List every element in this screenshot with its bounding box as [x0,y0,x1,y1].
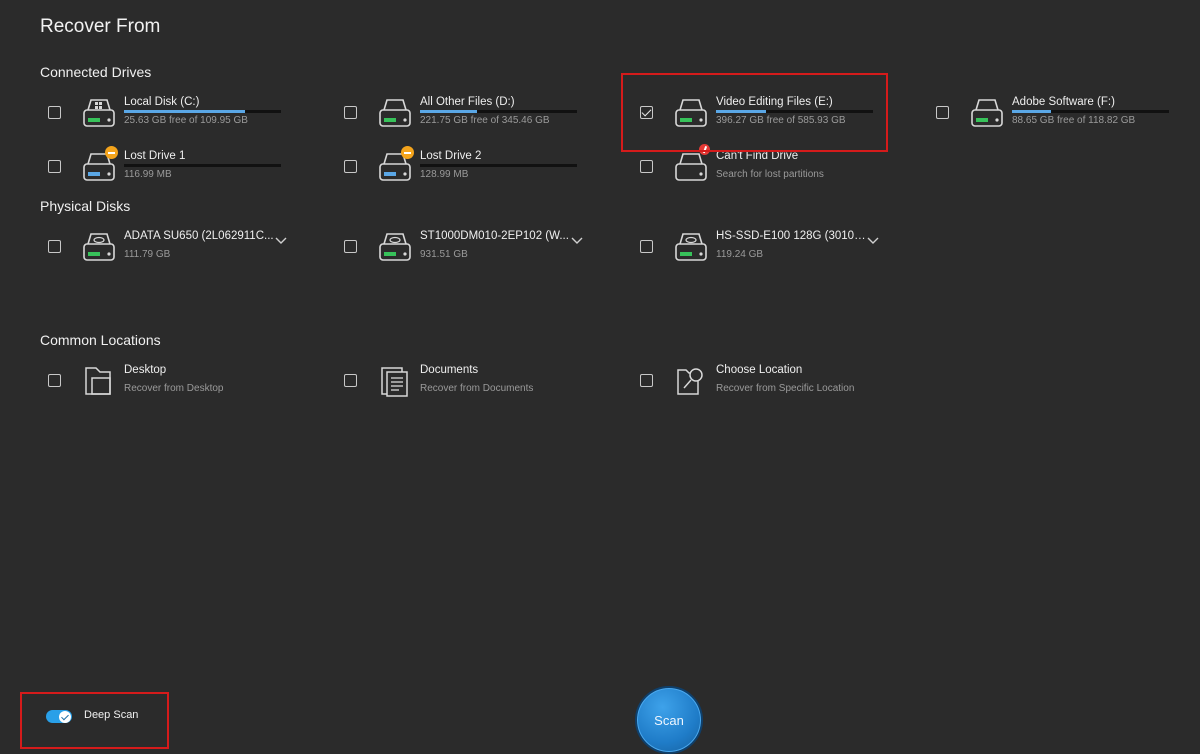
choose-location-checkbox[interactable] [640,374,653,387]
deep-scan-toggle[interactable] [46,710,72,723]
section-title-connected-drives: Connected Drives [40,64,152,80]
physical-disk-item-hs-ssd[interactable]: HS-SSD-E100 128G (30104... 119.24 GB [636,230,896,274]
lost-drive-2-name: Lost Drive 2 [420,150,482,162]
physical-disk-st1000-checkbox[interactable] [344,240,357,253]
desktop-name: Desktop [124,364,167,376]
lost-drive-2-item[interactable]: Lost Drive 2 128.99 MB [340,146,600,194]
selected-drive-highlight [621,73,888,152]
desktop-sub: Recover from Desktop [124,383,224,394]
physical-disk-icon [674,230,708,264]
lost-drive-1-item[interactable]: Lost Drive 1 116.99 MB [44,146,304,194]
drive-d-usage-bar [420,110,577,113]
location-item-choose[interactable]: Choose Location Recover from Specific Lo… [636,364,896,408]
location-item-documents[interactable]: Documents Recover from Documents [340,364,600,408]
drive-f-usage-bar [1012,110,1169,113]
drive-c-name: Local Disk (C:) [124,96,200,108]
lost-drive-1-checkbox[interactable] [48,160,61,173]
toggle-knob [59,710,71,723]
drive-f-usage-fill [1012,110,1052,113]
lost-drive-1-size: 116.99 MB [124,169,172,180]
scan-button[interactable]: Scan [635,686,703,754]
physical-disk-hs-ssd-checkbox[interactable] [640,240,653,253]
chevron-down-icon[interactable] [570,233,584,247]
section-title-physical-disks: Physical Disks [40,198,131,214]
drive-f-free: 88.65 GB free of 118.82 GB [1012,115,1136,126]
documents-name: Documents [420,364,479,376]
lost-drive-2-bar [420,164,577,167]
drive-f-name: Adobe Software (F:) [1012,96,1115,108]
drive-d-checkbox[interactable] [344,106,357,119]
section-title-common-locations: Common Locations [40,332,161,348]
lost-drive-2-size: 128.99 MB [420,169,469,180]
physical-disk-icon [378,230,412,264]
physical-disk-item-adata[interactable]: ADATA SU650 (2L062911C... 111.79 GB [44,230,304,274]
drive-d-name: All Other Files (D:) [420,96,515,108]
physical-disk-hs-ssd-size: 119.24 GB [716,249,764,260]
drive-item-f[interactable]: Adobe Software (F:) 88.65 GB free of 118… [932,96,1192,140]
windows-drive-icon [82,96,116,130]
physical-disk-st1000-size: 931.51 GB [420,249,468,260]
desktop-checkbox[interactable] [48,374,61,387]
documents-sub: Recover from Documents [420,383,534,394]
cant-find-drive-sub: Search for lost partitions [716,169,824,180]
drive-d-free: 221.75 GB free of 345.46 GB [420,115,550,126]
physical-disk-adata-name: ADATA SU650 (2L062911C... [124,230,274,242]
lost-drive-1-bar [124,164,281,167]
lost-drive-2-checkbox[interactable] [344,160,357,173]
choose-location-name: Choose Location [716,364,803,376]
missing-drive-icon [674,150,708,184]
physical-disk-hs-ssd-name: HS-SSD-E100 128G (30104... [716,230,866,242]
documents-icon [378,364,412,398]
page-title: Recover From [40,16,161,37]
drive-icon [378,96,412,130]
choose-location-sub: Recover from Specific Location [716,383,855,394]
lost-drive-1-name: Lost Drive 1 [124,150,186,162]
physical-disk-adata-checkbox[interactable] [48,240,61,253]
physical-disk-st1000-name: ST1000DM010-2EP102 (W... [420,230,569,242]
warning-badge-icon [401,146,414,159]
chevron-down-icon[interactable] [274,233,288,247]
deep-scan-label: Deep Scan [84,709,139,721]
drive-c-checkbox[interactable] [48,106,61,119]
drive-item-c[interactable]: Local Disk (C:) 25.63 GB free of 109.95 … [44,96,304,140]
warning-badge-icon [105,146,118,159]
cant-find-drive-item[interactable]: Can't Find Drive Search for lost partiti… [636,144,896,194]
drive-c-usage-bar [124,110,281,113]
cant-find-drive-checkbox[interactable] [640,160,653,173]
drive-icon [970,96,1004,130]
chevron-down-icon[interactable] [866,233,880,247]
location-item-desktop[interactable]: Desktop Recover from Desktop [44,364,304,408]
physical-disk-icon [82,230,116,264]
documents-checkbox[interactable] [344,374,357,387]
physical-disk-adata-size: 111.79 GB [124,249,171,260]
drive-item-d[interactable]: All Other Files (D:) 221.75 GB free of 3… [340,96,600,140]
drive-d-usage-fill [420,110,477,113]
drive-f-checkbox[interactable] [936,106,949,119]
desktop-folder-icon [82,364,116,398]
physical-disk-item-st1000[interactable]: ST1000DM010-2EP102 (W... 931.51 GB [340,230,600,274]
choose-location-icon [674,364,708,398]
drive-c-free: 25.63 GB free of 109.95 GB [124,115,248,126]
drive-c-usage-fill [124,110,245,113]
